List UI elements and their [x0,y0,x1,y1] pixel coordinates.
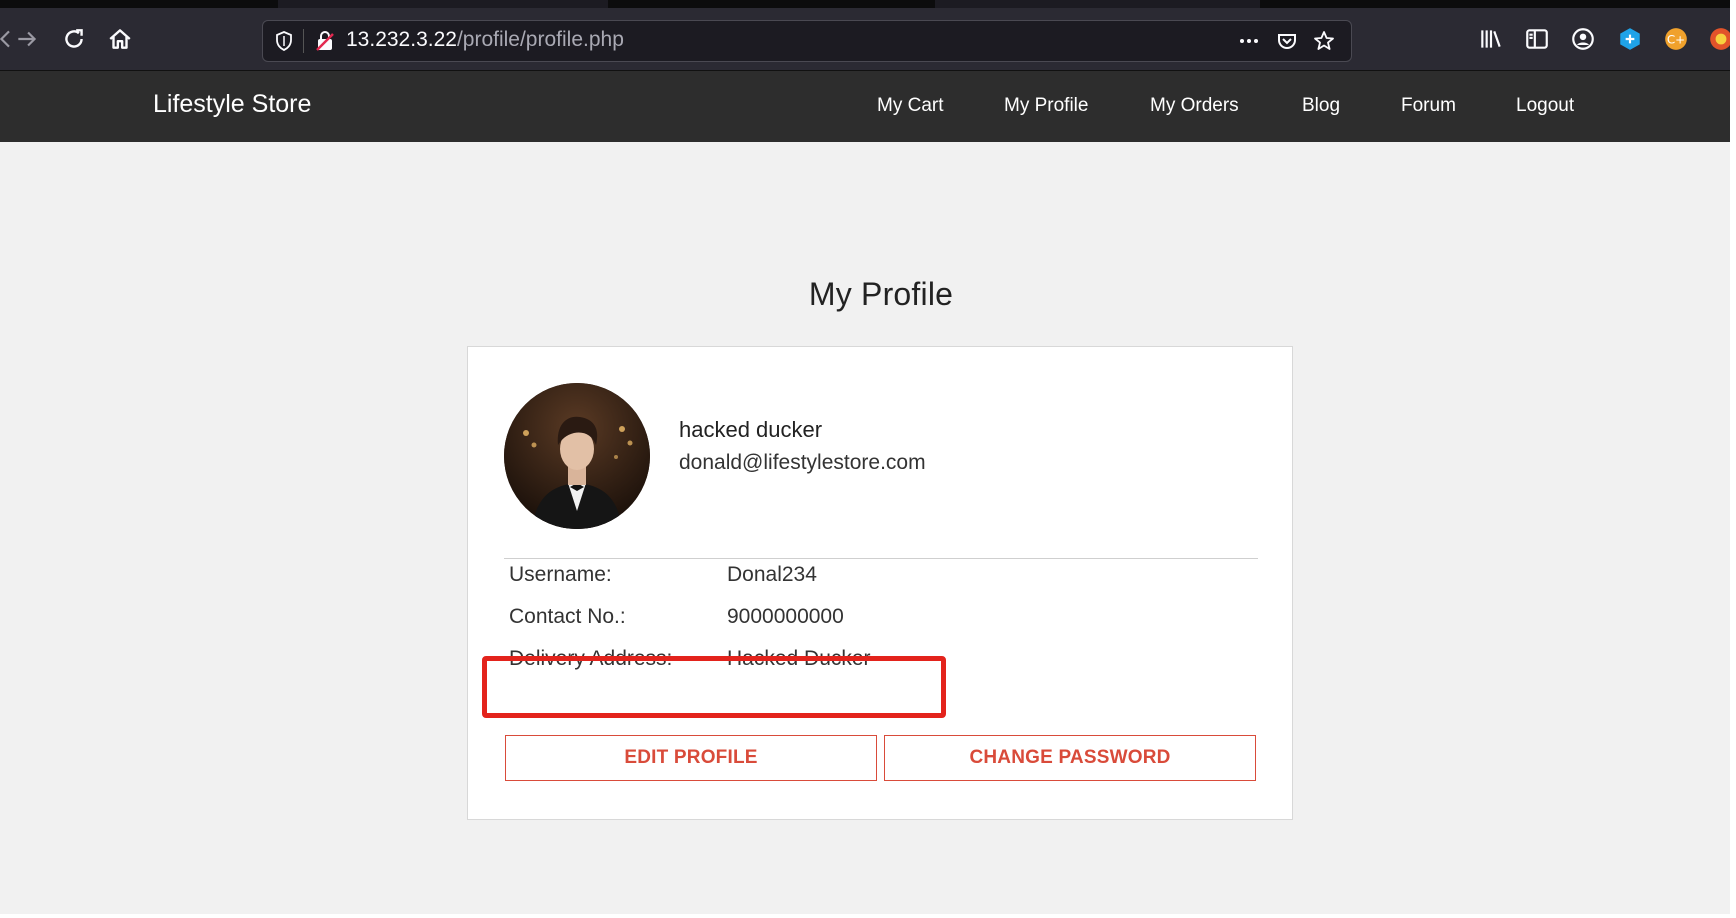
account-icon[interactable] [1568,24,1598,54]
browser-tab[interactable] [935,0,1260,8]
username-label: Username: [509,563,612,586]
frame-edge [1730,0,1736,918]
edit-profile-button[interactable]: EDIT PROFILE [505,735,877,781]
home-icon[interactable] [105,24,135,54]
more-icon[interactable] [1236,28,1262,54]
profile-email: donald@lifestylestore.com [679,451,926,474]
shield-icon[interactable] [271,28,297,54]
contact-value: 9000000000 [727,605,844,628]
extension-icon[interactable]: C+ [1661,24,1691,54]
nav-logout[interactable]: Logout [1516,95,1574,117]
browser-toolbar: 13.232.3.22/profile/profile.php C+ [0,8,1736,71]
site-navbar: Lifestyle Store My Cart My Profile My Or… [0,71,1736,142]
divider [504,558,1258,559]
change-password-button[interactable]: CHANGE PASSWORD [884,735,1256,781]
page-title: My Profile [808,276,954,312]
svg-text:C+: C+ [1667,32,1685,46]
pocket-icon[interactable] [1274,28,1300,54]
nav-blog[interactable]: Blog [1302,95,1340,117]
nav-my-profile[interactable]: My Profile [1004,95,1088,117]
bookmark-star-icon[interactable] [1311,28,1337,54]
reload-icon[interactable] [59,24,89,54]
url-path: /profile/profile.php [456,28,624,51]
forward-icon[interactable] [12,24,42,54]
nav-my-cart[interactable]: My Cart [877,95,944,117]
delivery-address-label: Delivery Address: [509,647,673,670]
nav-my-orders[interactable]: My Orders [1150,95,1239,117]
frame-bottom [0,914,1736,918]
insecure-lock-icon[interactable] [312,28,338,54]
extension-icon[interactable] [1615,24,1645,54]
browser-tab-strip [0,0,1736,8]
contact-label: Contact No.: [509,605,626,628]
profile-full-name: hacked ducker [679,417,823,442]
avatar [504,383,650,529]
url-separator [303,29,304,53]
username-value: Donal234 [727,563,817,586]
delivery-address-value: Hacked Ducker [727,647,871,670]
url-host: 13.232.3.22 [346,28,457,51]
url-bar[interactable]: 13.232.3.22/profile/profile.php [262,20,1352,62]
url-text: 13.232.3.22/profile/profile.php [346,28,624,52]
profile-card: hacked ducker donald@lifestylestore.com … [467,346,1293,820]
nav-links: My Cart My Profile My Orders Blog Forum … [0,95,1736,125]
library-icon[interactable] [1476,24,1506,54]
browser-tab[interactable] [278,0,608,8]
sidebar-icon[interactable] [1522,24,1552,54]
nav-forum[interactable]: Forum [1401,95,1456,117]
